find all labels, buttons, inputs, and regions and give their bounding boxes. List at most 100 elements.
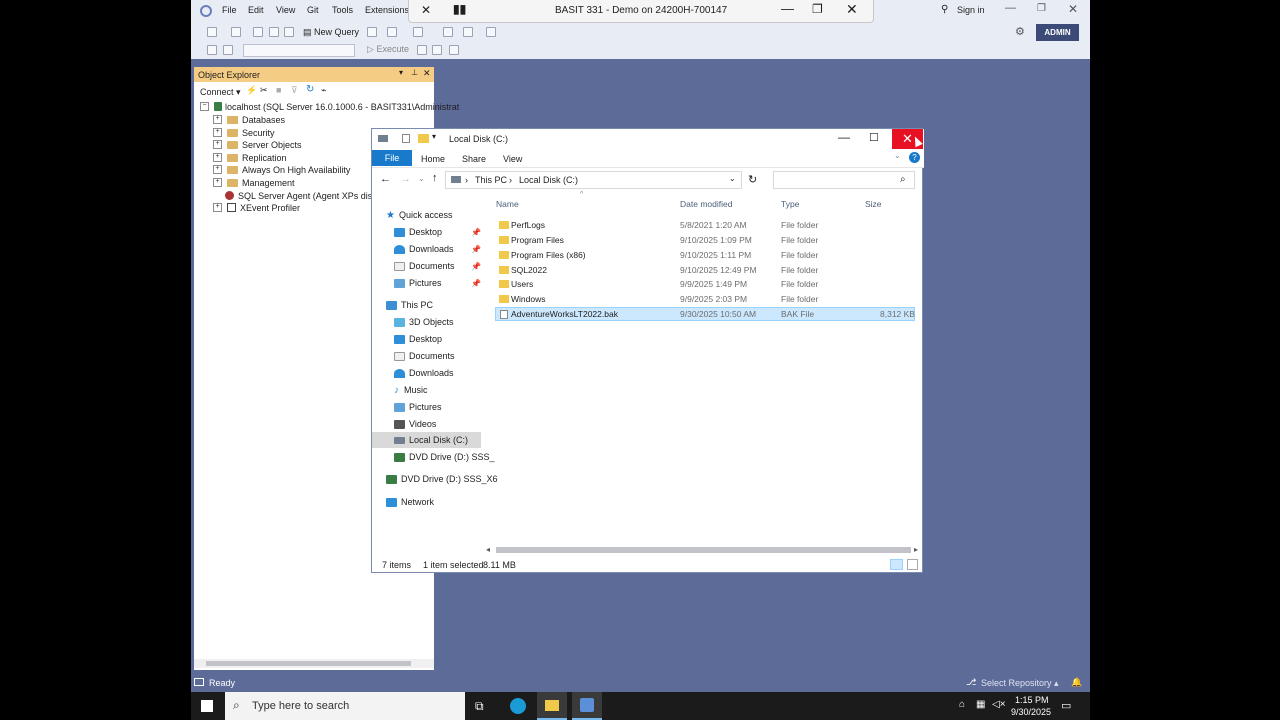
- nav-pc-music[interactable]: ♪ Music: [394, 382, 428, 398]
- expand-icon[interactable]: +: [213, 140, 222, 149]
- plan-icon[interactable]: [449, 45, 459, 55]
- pin-icon[interactable]: 📌: [471, 279, 481, 288]
- ssms-taskbar-icon[interactable]: [572, 692, 602, 720]
- tab-share[interactable]: Share: [462, 154, 486, 164]
- expand-icon[interactable]: +: [213, 203, 222, 212]
- address-dropdown-icon[interactable]: ⌄: [729, 174, 736, 183]
- expand-icon[interactable]: +: [213, 165, 222, 174]
- nav-quick-documents[interactable]: Documents: [394, 258, 455, 274]
- tree-node-server-objects[interactable]: + Server Objects: [213, 138, 302, 151]
- query-icon[interactable]: [367, 27, 377, 37]
- file-row[interactable]: Program Files (x86) 9/10/2025 1:11 PM Fi…: [495, 248, 915, 262]
- pin-icon[interactable]: 📌: [471, 228, 481, 237]
- pin-icon[interactable]: 📌: [471, 262, 481, 271]
- open-icon[interactable]: [269, 27, 279, 37]
- parse-icon[interactable]: [432, 45, 442, 55]
- undo-icon[interactable]: [387, 27, 397, 37]
- file-row[interactable]: Program Files 9/10/2025 1:09 PM File fol…: [495, 233, 915, 247]
- connect-icon[interactable]: [207, 45, 217, 55]
- tool2-icon[interactable]: [463, 27, 473, 37]
- new-item-icon[interactable]: [253, 27, 263, 37]
- nav-pc-documents[interactable]: Documents: [394, 348, 455, 364]
- nav-network[interactable]: Network: [386, 494, 434, 510]
- search-input[interactable]: ⌕: [773, 171, 915, 189]
- column-header-type[interactable]: Type: [781, 199, 799, 209]
- column-header-name[interactable]: Name: [496, 199, 519, 209]
- nav-quick-access[interactable]: ★ Quick access: [386, 207, 453, 223]
- horizontal-scrollbar[interactable]: [194, 659, 434, 668]
- refresh-icon[interactable]: ↻: [748, 173, 757, 186]
- file-row[interactable]: PerfLogs 5/8/2021 1:20 AM File folder: [495, 218, 915, 232]
- restore-icon[interactable]: ❐: [1037, 3, 1046, 14]
- file-list-scrollbar[interactable]: ◂ ▸: [486, 545, 922, 555]
- back-icon[interactable]: [207, 27, 217, 37]
- tool-icon[interactable]: [443, 27, 453, 37]
- menu-file[interactable]: File: [222, 5, 237, 15]
- tray-volume-icon[interactable]: ◁×: [992, 699, 1006, 710]
- filter-icon[interactable]: ⊽: [291, 85, 298, 96]
- details-view-icon[interactable]: [890, 559, 903, 570]
- properties-icon[interactable]: [402, 134, 410, 143]
- tree-node-databases[interactable]: + Databases: [213, 113, 285, 126]
- nav-dvd-drive-sub[interactable]: DVD Drive (D:) SSS_: [394, 449, 495, 465]
- windows-start-icon[interactable]: [201, 700, 213, 712]
- menu-extensions[interactable]: Extensions: [365, 5, 409, 15]
- menu-view[interactable]: View: [276, 5, 295, 15]
- file-row[interactable]: Windows 9/9/2025 2:03 PM File folder: [495, 292, 915, 306]
- help-icon[interactable]: ?: [909, 152, 920, 163]
- notification-bell-icon[interactable]: 🔔: [1071, 677, 1082, 688]
- nav-dvd-drive[interactable]: DVD Drive (D:) SSS_X6: [386, 471, 498, 487]
- notification-center-icon[interactable]: ▭: [1061, 699, 1071, 712]
- breadcrumb-this-pc[interactable]: This PC: [475, 175, 507, 185]
- nav-quick-desktop[interactable]: Desktop: [394, 224, 442, 240]
- tree-node-always-on[interactable]: + Always On High Availability: [213, 163, 350, 176]
- output-icon[interactable]: [194, 678, 204, 686]
- nav-quick-downloads[interactable]: Downloads: [394, 241, 454, 257]
- stop-icon[interactable]: ■: [276, 85, 281, 95]
- tree-server-node[interactable]: − localhost (SQL Server 16.0.1000.6 - BA…: [200, 100, 459, 113]
- tab-view[interactable]: View: [503, 154, 522, 164]
- nav-pc-videos[interactable]: Videos: [394, 416, 436, 432]
- expand-icon[interactable]: +: [213, 128, 222, 137]
- scroll-left-icon[interactable]: ◂: [486, 545, 490, 554]
- menu-edit[interactable]: Edit: [248, 5, 264, 15]
- forward-icon[interactable]: [231, 27, 241, 37]
- menu-tools[interactable]: Tools: [332, 5, 353, 15]
- collapse-icon[interactable]: −: [200, 102, 209, 111]
- quick-access-dropdown-icon[interactable]: ▾: [432, 132, 436, 141]
- pin-icon[interactable]: ✕: [421, 3, 431, 17]
- nav-pc-desktop[interactable]: Desktop: [394, 331, 442, 347]
- tab-file[interactable]: File: [372, 150, 412, 166]
- new-query-button[interactable]: ▤ New Query: [303, 27, 359, 38]
- database-dropdown[interactable]: [243, 44, 355, 57]
- execute-button[interactable]: ▷ Execute: [367, 44, 409, 55]
- taskbar-search[interactable]: ⌕ Type here to search: [225, 692, 465, 720]
- connect-plug-icon[interactable]: ⚡: [246, 85, 257, 96]
- back-arrow-icon[interactable]: ←: [380, 173, 391, 185]
- pin-icon[interactable]: 📌: [471, 245, 481, 254]
- admin-badge[interactable]: ADMIN: [1036, 24, 1079, 41]
- file-row-selected[interactable]: AdventureWorksLT2022.bak 9/30/2025 10:50…: [495, 307, 915, 321]
- rdp-restore-icon[interactable]: ❐: [812, 2, 823, 16]
- live-share-icon[interactable]: ⚙: [1015, 25, 1025, 38]
- expand-icon[interactable]: +: [213, 178, 222, 187]
- up-arrow-icon[interactable]: ↑: [432, 172, 438, 184]
- tray-wifi-icon[interactable]: ▦: [976, 699, 985, 710]
- close-panel-icon[interactable]: ✕: [423, 68, 431, 79]
- rdp-minimize-icon[interactable]: —: [781, 1, 794, 16]
- nav-this-pc[interactable]: This PC: [386, 297, 433, 313]
- sign-in-link[interactable]: Sign in: [957, 5, 985, 15]
- forward-arrow-icon[interactable]: →: [400, 173, 411, 185]
- expand-icon[interactable]: +: [213, 153, 222, 162]
- task-view-icon[interactable]: ⧉: [475, 699, 484, 714]
- scrollbar-thumb[interactable]: [206, 661, 411, 666]
- nav-local-disk[interactable]: Local Disk (C:): [394, 432, 468, 448]
- column-header-date[interactable]: Date modified: [680, 199, 732, 209]
- tool3-icon[interactable]: [486, 27, 496, 37]
- menu-git[interactable]: Git: [307, 5, 319, 15]
- nav-3d-objects[interactable]: 3D Objects: [394, 314, 454, 330]
- close-icon[interactable]: ✕: [1068, 2, 1078, 16]
- nav-pc-downloads[interactable]: Downloads: [394, 365, 454, 381]
- activity-icon[interactable]: ⌁: [321, 85, 326, 96]
- ribbon-expand-icon[interactable]: ⌄: [894, 151, 901, 160]
